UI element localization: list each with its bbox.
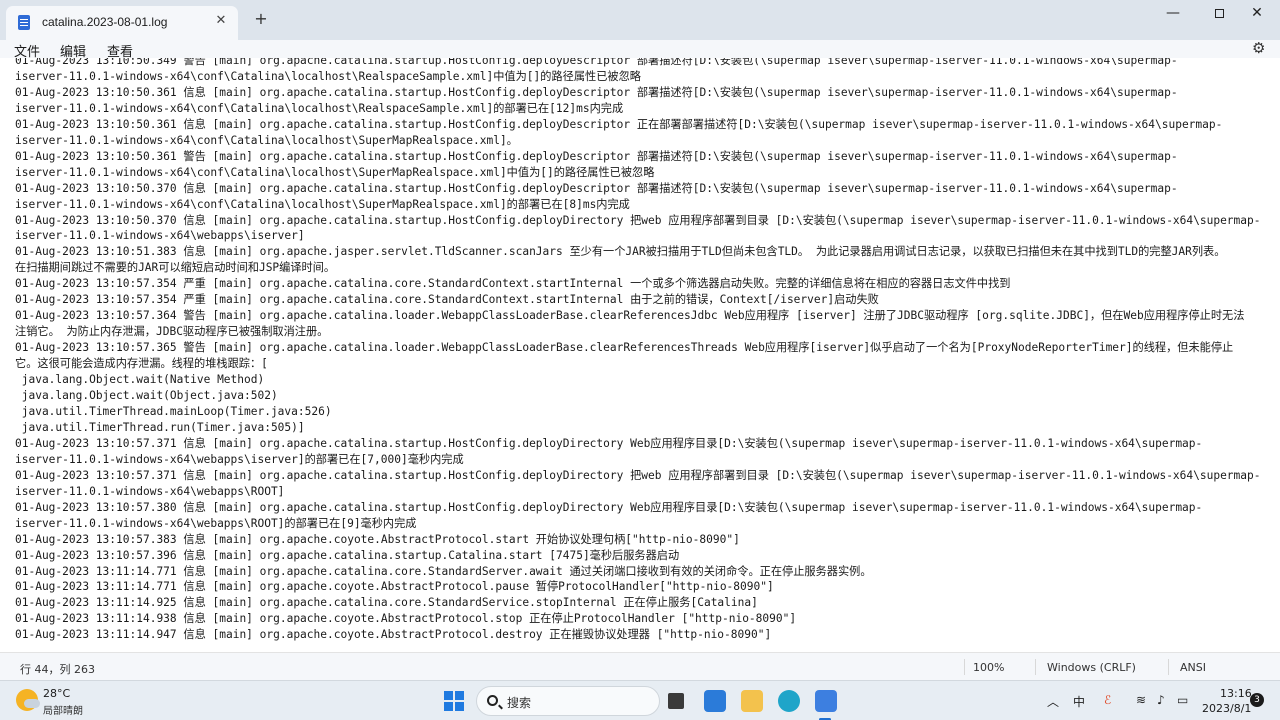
log-line: iserver-11.0.1-windows-x64\conf\Catalina…	[15, 133, 518, 147]
log-line: 在扫描期间跳过不需要的JAR可以缩短启动时间和JSP编译时间。	[15, 261, 336, 275]
log-line: 01-Aug-2023 13:11:14.925 信息 [main] org.a…	[15, 596, 758, 610]
search-placeholder: 搜索	[507, 696, 532, 710]
log-line: iserver-11.0.1-windows-x64\webapps\ROOT]…	[15, 516, 417, 530]
log-line: iserver-11.0.1-windows-x64\webapps\iserv…	[15, 452, 464, 466]
file-tab[interactable]: catalina.2023-08-01.log ✕	[6, 6, 238, 40]
log-content: 01-Aug-2023 13:10:50.349 警告 [main] org.a…	[15, 58, 1260, 643]
maximize-icon	[1214, 8, 1224, 18]
notification-badge[interactable]: 3	[1250, 693, 1264, 707]
close-button[interactable]: ✕	[1234, 0, 1280, 28]
log-line: 01-Aug-2023 13:10:51.383 信息 [main] org.a…	[15, 245, 1226, 259]
mail-icon[interactable]	[704, 690, 726, 712]
battery-icon[interactable]: ▭	[1177, 693, 1188, 707]
encoding: ANSI	[1180, 661, 1206, 674]
log-line: 注销它。 为防止内存泄漏，JDBC驱动程序已被强制取消注册。	[15, 325, 329, 339]
app-tray-icon[interactable]: ℰ	[1104, 693, 1111, 707]
file-explorer-icon[interactable]	[741, 690, 763, 712]
log-line: 01-Aug-2023 13:10:57.396 信息 [main] org.a…	[15, 548, 680, 562]
line-ending: Windows (CRLF)	[1047, 661, 1136, 674]
chevron-up-icon[interactable]: ︿	[1047, 693, 1059, 710]
log-line: 01-Aug-2023 13:10:50.370 信息 [main] org.a…	[15, 213, 1261, 227]
minimize-button[interactable]: —	[1150, 0, 1196, 28]
log-line: 01-Aug-2023 13:10:50.361 警告 [main] org.a…	[15, 149, 1178, 163]
weather-icon[interactable]	[16, 689, 40, 711]
log-line: 01-Aug-2023 13:10:50.370 信息 [main] org.a…	[15, 181, 1178, 195]
ime-icon[interactable]: 中	[1073, 693, 1085, 710]
status-divider	[1035, 659, 1036, 675]
log-line: 01-Aug-2023 13:11:14.938 信息 [main] org.a…	[15, 612, 797, 626]
notepad-icon	[18, 15, 30, 30]
log-line: java.lang.Object.wait(Native Method)	[15, 373, 265, 387]
task-view-icon[interactable]	[668, 693, 684, 709]
log-line: java.util.TimerThread.mainLoop(Timer.jav…	[15, 404, 332, 418]
log-line: 01-Aug-2023 13:10:57.383 信息 [main] org.a…	[15, 532, 740, 546]
log-line: 01-Aug-2023 13:10:50.361 信息 [main] org.a…	[15, 117, 1223, 131]
log-line: iserver-11.0.1-windows-x64\conf\Catalina…	[15, 69, 641, 83]
taskbar: 28°C 局部晴朗 搜索 ︿ 中 ℰ ≋ ♪ ▭ 13:16 2023/8/1 …	[0, 680, 1280, 720]
text-editor[interactable]: 01-Aug-2023 13:10:50.349 警告 [main] org.a…	[0, 58, 1280, 650]
log-line: iserver-11.0.1-windows-x64\webapps\ROOT]	[15, 484, 285, 498]
log-line: 01-Aug-2023 13:10:50.349 警告 [main] org.a…	[15, 58, 1178, 67]
windows-logo-icon	[444, 691, 453, 700]
log-line: 01-Aug-2023 13:11:14.771 信息 [main] org.a…	[15, 564, 872, 578]
status-divider	[964, 659, 965, 675]
status-bar: 行 44，列 263 100% Windows (CRLF) ANSI	[0, 652, 1280, 680]
log-line: iserver-11.0.1-windows-x64\conf\Catalina…	[15, 197, 630, 211]
weather-text[interactable]: 局部晴朗	[43, 702, 83, 717]
notepad-taskbar-icon[interactable]	[815, 690, 837, 712]
wifi-icon[interactable]: ≋	[1136, 693, 1146, 707]
menu-bar: 文件 编辑 查看 ⚙	[0, 40, 1280, 60]
log-line: java.util.TimerThread.run(Timer.java:505…	[15, 420, 305, 434]
start-button[interactable]	[444, 691, 464, 711]
new-tab-button[interactable]: +	[252, 10, 270, 28]
search-icon	[487, 695, 498, 706]
log-line: iserver-11.0.1-windows-x64\webapps\iserv…	[15, 229, 305, 243]
zoom-level: 100%	[973, 661, 1005, 674]
log-line: 01-Aug-2023 13:10:57.380 信息 [main] org.a…	[15, 500, 1203, 514]
log-line: 01-Aug-2023 13:10:57.364 警告 [main] org.a…	[15, 309, 1245, 323]
settings-gear-icon[interactable]: ⚙	[1252, 40, 1265, 56]
log-line: 01-Aug-2023 13:10:57.371 信息 [main] org.a…	[15, 436, 1203, 450]
clock-date[interactable]: 2023/8/1	[1202, 702, 1251, 715]
log-line: 01-Aug-2023 13:10:57.354 严重 [main] org.a…	[15, 277, 1011, 291]
cursor-position: 行 44，列 263	[20, 663, 95, 676]
log-line: 01-Aug-2023 13:10:57.365 警告 [main] org.a…	[15, 341, 1234, 355]
log-line: iserver-11.0.1-windows-x64\conf\Catalina…	[15, 165, 655, 179]
log-line: 它。这很可能会造成内存泄漏。线程的堆栈跟踪：[	[15, 357, 268, 371]
log-line: 01-Aug-2023 13:10:57.371 信息 [main] org.a…	[15, 468, 1261, 482]
log-line: iserver-11.0.1-windows-x64\conf\Catalina…	[15, 101, 624, 115]
temperature[interactable]: 28°C	[43, 687, 70, 700]
volume-icon[interactable]: ♪	[1157, 693, 1165, 707]
clock-time[interactable]: 13:16	[1220, 687, 1252, 700]
edge-browser-icon[interactable]	[778, 690, 800, 712]
log-line: 01-Aug-2023 13:10:50.361 信息 [main] org.a…	[15, 85, 1178, 99]
log-line: 01-Aug-2023 13:11:14.771 信息 [main] org.a…	[15, 580, 774, 594]
log-line: 01-Aug-2023 13:11:14.947 信息 [main] org.a…	[15, 628, 772, 642]
title-bar: catalina.2023-08-01.log ✕ + — ✕	[0, 0, 1280, 40]
tab-close-button[interactable]: ✕	[212, 12, 230, 30]
log-line: java.lang.Object.wait(Object.java:502)	[15, 389, 278, 403]
tab-title: catalina.2023-08-01.log	[42, 15, 168, 29]
log-line: 01-Aug-2023 13:10:57.354 严重 [main] org.a…	[15, 293, 879, 307]
taskbar-search[interactable]: 搜索	[476, 686, 660, 716]
status-divider	[1168, 659, 1169, 675]
